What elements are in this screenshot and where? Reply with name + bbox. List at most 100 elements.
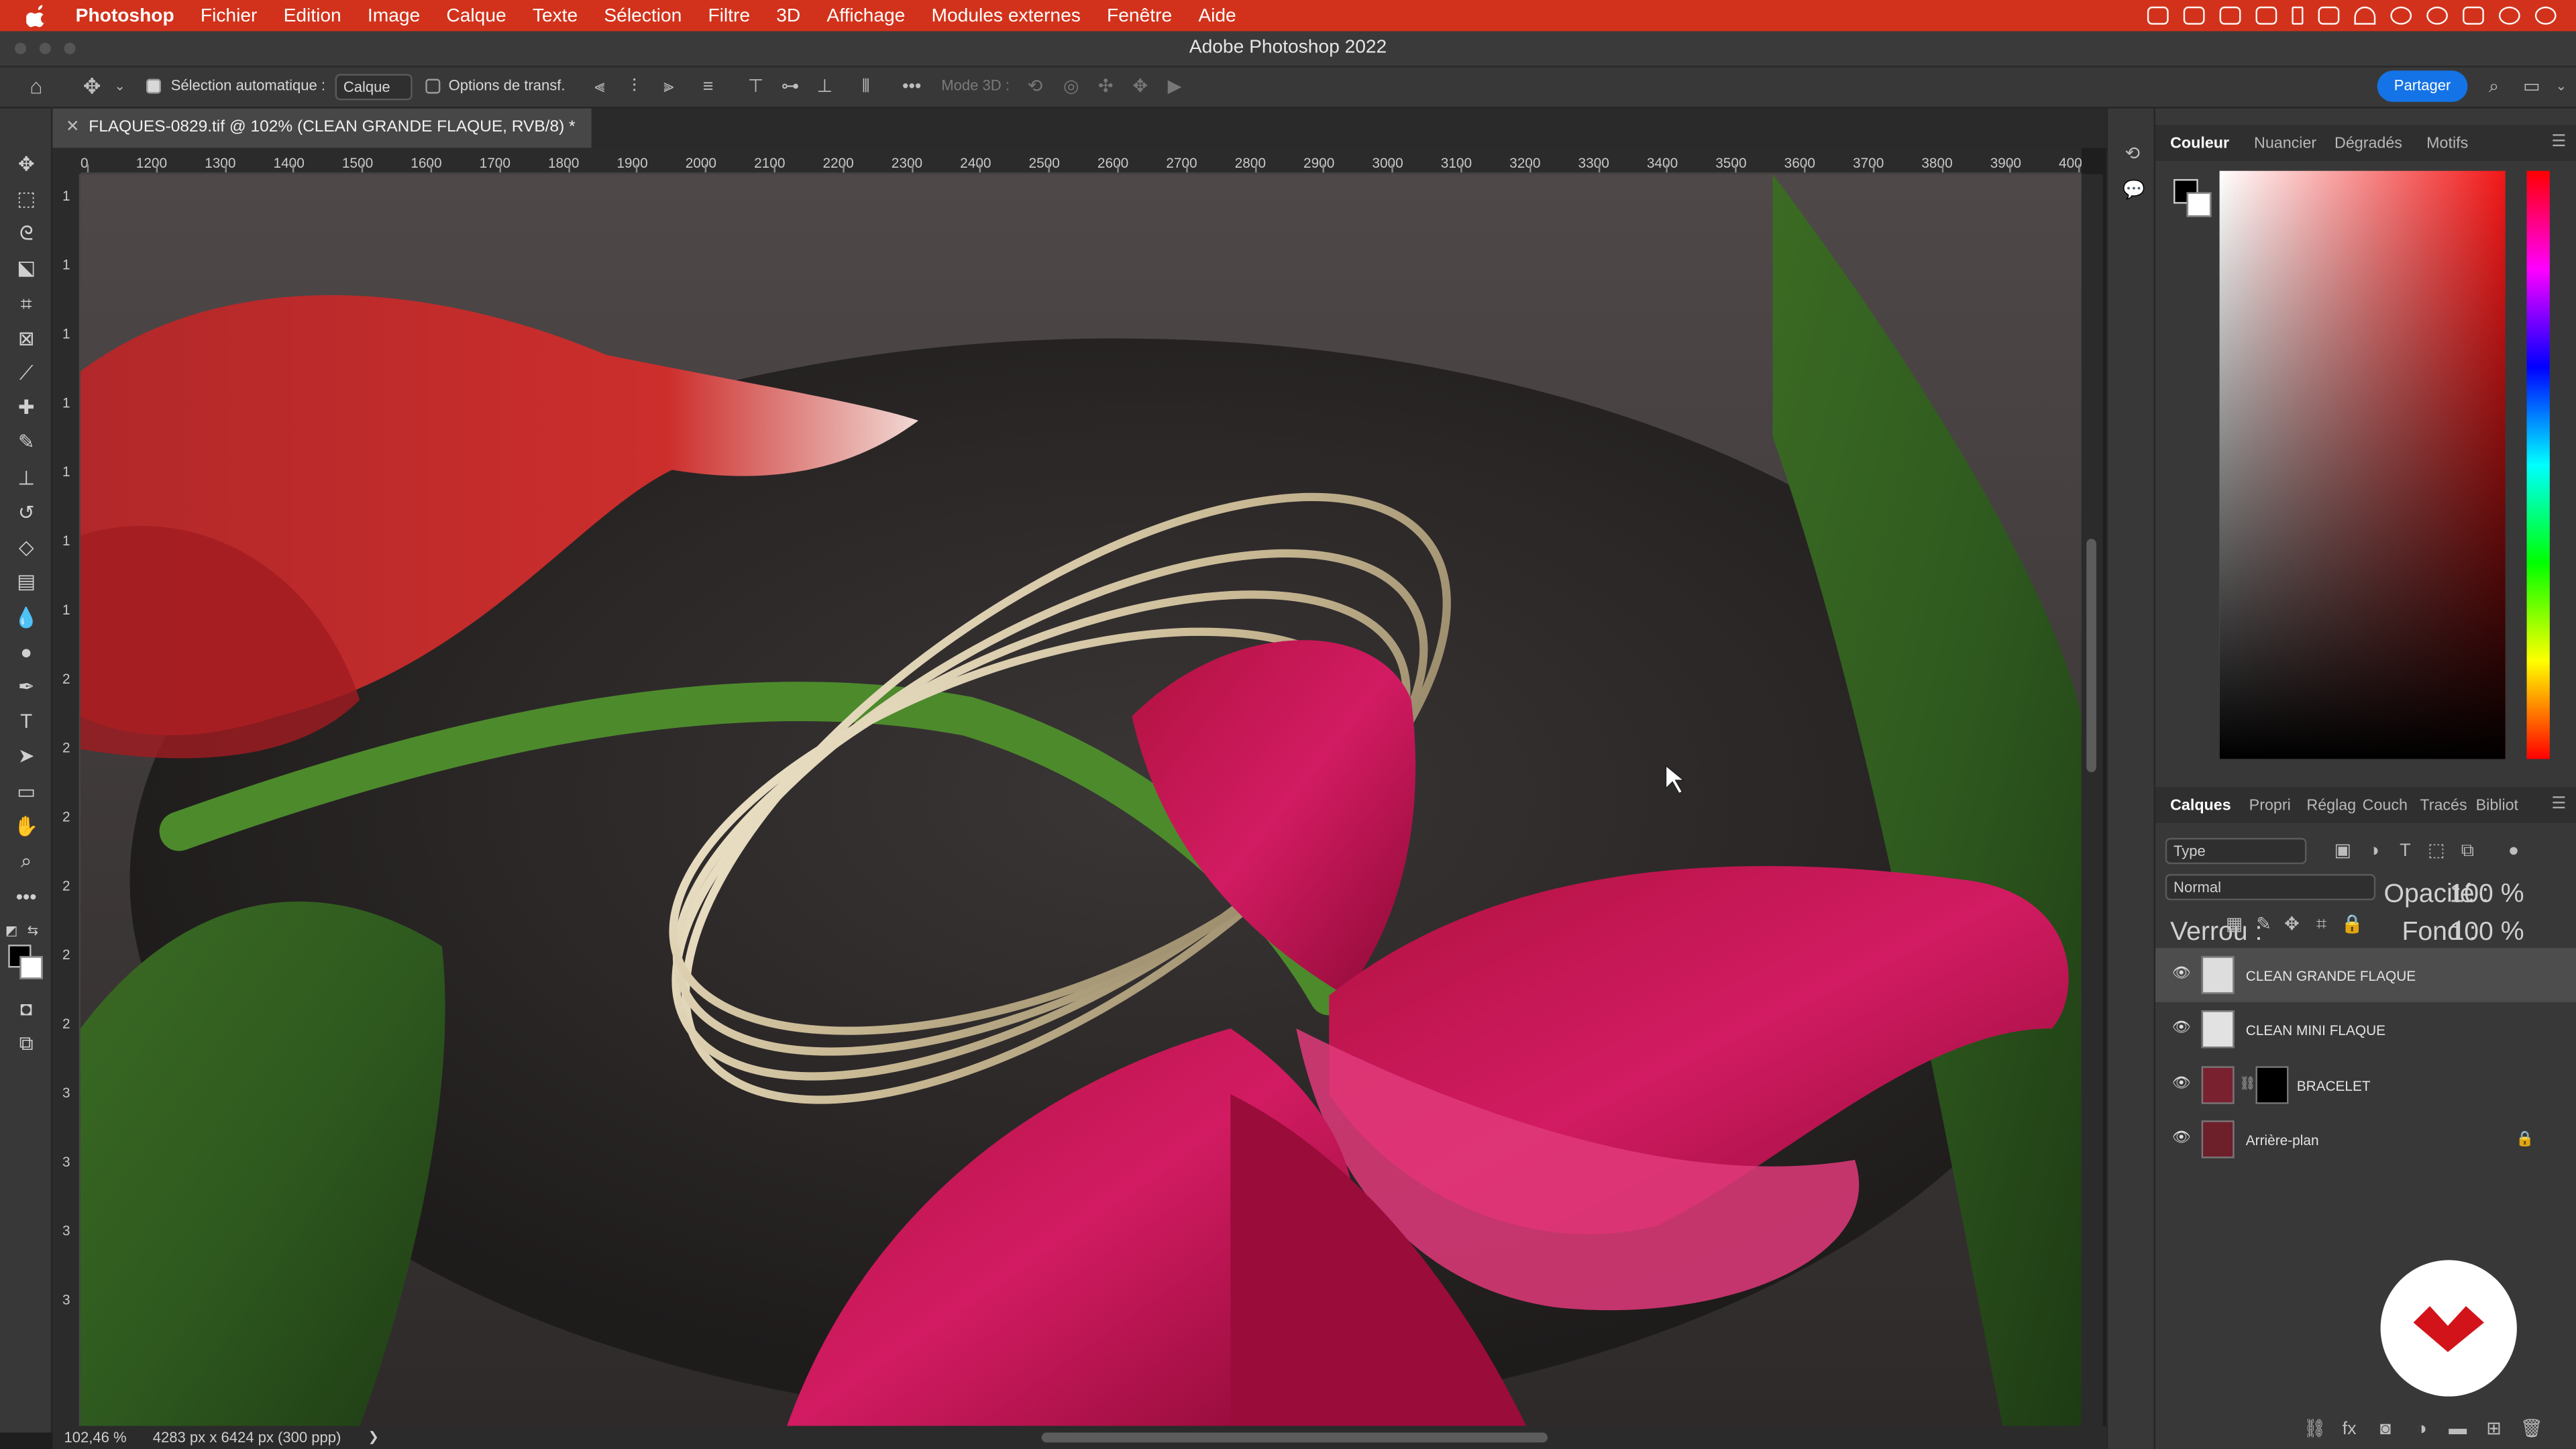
menu-edition[interactable]: Edition (270, 6, 354, 25)
color-picker-field[interactable] (2219, 170, 2506, 759)
swap-colors-icon[interactable]: ⇆ (25, 917, 41, 947)
blend-mode-dropdown[interactable]: Normal (2165, 873, 2376, 901)
object-select-tool-icon[interactable]: ⬕ (11, 253, 41, 282)
filter-shape-icon[interactable]: ⬚ (2426, 841, 2446, 861)
tab-calques[interactable]: Calques (2170, 797, 2231, 815)
tab-nuancier[interactable]: Nuancier (2254, 135, 2316, 153)
visibility-eye-icon[interactable]: 👁 (2172, 1075, 2191, 1091)
share-button[interactable]: Partager (2377, 70, 2468, 102)
menu-selection[interactable]: Sélection (591, 6, 695, 25)
blur-tool-icon[interactable]: 💧 (11, 603, 41, 633)
panel-background-swatch[interactable] (2186, 192, 2212, 217)
tab-reglages[interactable]: Réglag (2306, 797, 2356, 815)
layer-row[interactable]: 👁 ⛓ BRACELET (2155, 1058, 2576, 1112)
visibility-eye-icon[interactable]: 👁 (2172, 1020, 2191, 1035)
filter-adjustment-icon[interactable]: ◑ (2364, 841, 2383, 861)
dodge-tool-icon[interactable]: ● (11, 637, 41, 667)
distribute-v-icon[interactable]: ⦀ (856, 77, 875, 97)
horizontal-ruler[interactable]: 0 1200 1300 1400 1500 1600 1700 1800 1900 2000 210… (80, 148, 2082, 174)
menu-fenetre[interactable]: Fenêtre (1093, 6, 1185, 25)
color-panel-menu-icon[interactable]: ☰ (2551, 133, 2566, 151)
edit-toolbar-icon[interactable]: ••• (11, 882, 41, 912)
layer-row[interactable]: 👁 CLEAN GRANDE FLAQUE (2155, 948, 2576, 1002)
wifi-icon[interactable] (2354, 6, 2376, 25)
pen-tool-icon[interactable]: ✒ (11, 672, 41, 702)
screen-icon[interactable] (2219, 6, 2241, 25)
apple-icon[interactable] (26, 4, 49, 27)
3d-camera-icon[interactable]: ▶ (1165, 77, 1184, 97)
vertical-ruler[interactable]: 1 1 1 1 1 1 1 2 2 2 2 2 2 3 3 3 3 (52, 174, 81, 1426)
hue-slider[interactable] (2526, 170, 2550, 759)
menu-filtre[interactable]: Filtre (695, 6, 763, 25)
filter-toggle-icon[interactable]: ● (2504, 841, 2523, 861)
screen-mode-icon[interactable]: ⧉ (11, 1028, 41, 1058)
new-layer-icon[interactable]: ⊞ (2484, 1419, 2504, 1439)
spotlight-search-icon[interactable] (2390, 6, 2412, 25)
move-tool-icon[interactable]: ✥ (11, 150, 41, 179)
comments-panel-icon[interactable]: 💬 (2123, 180, 2145, 200)
vertical-scrollbar[interactable] (2081, 174, 2103, 1426)
tab-motifs[interactable]: Motifs (2426, 135, 2468, 153)
lock-transparency-icon[interactable]: ▦ (2224, 915, 2244, 934)
layers-panel-menu-icon[interactable]: ☰ (2551, 795, 2566, 813)
control-center-icon[interactable] (2463, 6, 2484, 25)
crop-tool-icon[interactable]: ⌗ (11, 289, 41, 319)
3d-slide-icon[interactable]: ✥ (1130, 77, 1150, 97)
3d-pan-icon[interactable]: ✣ (1095, 77, 1115, 97)
filter-smart-object-icon[interactable]: ⧉ (2458, 841, 2477, 861)
cloud-sync-icon[interactable] (2183, 6, 2205, 25)
fill-value[interactable]: 100 % (2449, 918, 2524, 948)
frame-tool-icon[interactable]: ⊠ (11, 323, 41, 353)
marquee-tool-icon[interactable]: ⬚ (11, 184, 41, 213)
menu-affichage[interactable]: Affichage (814, 6, 918, 25)
tab-proprietes[interactable]: Propri (2249, 797, 2291, 815)
quick-mask-icon[interactable]: ◘ (11, 994, 41, 1024)
menu-3d[interactable]: 3D (763, 6, 814, 25)
battery-icon[interactable] (2318, 6, 2340, 25)
menu-fichier[interactable]: Fichier (187, 6, 270, 25)
menu-aide[interactable]: Aide (1185, 6, 1250, 25)
status-chevron-icon[interactable]: ❯ (368, 1430, 379, 1444)
layer-row[interactable]: 👁 Arrière-plan 🔒 (2155, 1112, 2576, 1167)
auto-select-dropdown[interactable]: Calque (335, 74, 413, 101)
menu-calque[interactable]: Calque (433, 6, 519, 25)
auto-select-checkbox[interactable] (146, 78, 162, 94)
link-icon[interactable]: ⛓ (2238, 1075, 2257, 1094)
menu-texte[interactable]: Texte (519, 6, 591, 25)
home-icon[interactable]: ⌂ (26, 76, 46, 97)
tab-traces[interactable]: Tracés (2420, 797, 2467, 815)
siri-icon[interactable] (2498, 6, 2520, 25)
close-tab-icon[interactable]: ✕ (66, 118, 80, 136)
adjustment-layer-icon[interactable]: ◑ (2412, 1419, 2431, 1439)
chevron-down-icon[interactable]: ⌄ (110, 77, 129, 97)
align-center-h-icon[interactable]: ⫶ (625, 77, 644, 97)
background-color-swatch[interactable] (19, 956, 43, 979)
gradient-tool-icon[interactable]: ▤ (11, 567, 41, 596)
history-brush-tool-icon[interactable]: ↺ (11, 498, 41, 527)
lock-all-icon[interactable]: 🔒 (2341, 915, 2364, 934)
opacity-value[interactable]: 100 % (2449, 881, 2524, 910)
horizontal-scroll-thumb[interactable] (1041, 1432, 1548, 1443)
distribute-icon[interactable]: ≡ (698, 77, 718, 97)
align-left-icon[interactable]: ⫷ (590, 77, 609, 97)
display-icon[interactable] (2255, 6, 2277, 25)
workspace-icon[interactable]: ▭ (2522, 77, 2541, 97)
new-group-icon[interactable]: ▬ (2448, 1419, 2467, 1439)
time-machine-icon[interactable] (2426, 6, 2449, 25)
search-icon[interactable]: ⌕ (2484, 77, 2504, 97)
link-layers-icon[interactable]: ⛓ (2303, 1419, 2326, 1439)
notification-icon[interactable] (2534, 6, 2557, 25)
workspace-chevron-icon[interactable]: ⌄ (2551, 77, 2571, 97)
delete-layer-icon[interactable]: 🗑 (2520, 1419, 2543, 1439)
ruler-origin[interactable] (52, 148, 81, 174)
align-right-icon[interactable]: ⫸ (659, 77, 678, 97)
healing-brush-tool-icon[interactable]: ✚ (11, 392, 41, 422)
layer-row[interactable]: 👁 CLEAN MINI FLAQUE (2155, 1002, 2576, 1057)
brush-tool-icon[interactable]: ✎ (11, 427, 41, 457)
history-panel-icon[interactable]: ⟲ (2123, 145, 2142, 164)
3d-roll-icon[interactable]: ◎ (1061, 77, 1081, 97)
creative-cloud-icon[interactable] (2147, 6, 2169, 25)
layer-style-fx-icon[interactable]: fx (2339, 1419, 2359, 1439)
eraser-tool-icon[interactable]: ◇ (11, 532, 41, 561)
move-tool-preset-icon[interactable]: ✥ (82, 76, 101, 97)
